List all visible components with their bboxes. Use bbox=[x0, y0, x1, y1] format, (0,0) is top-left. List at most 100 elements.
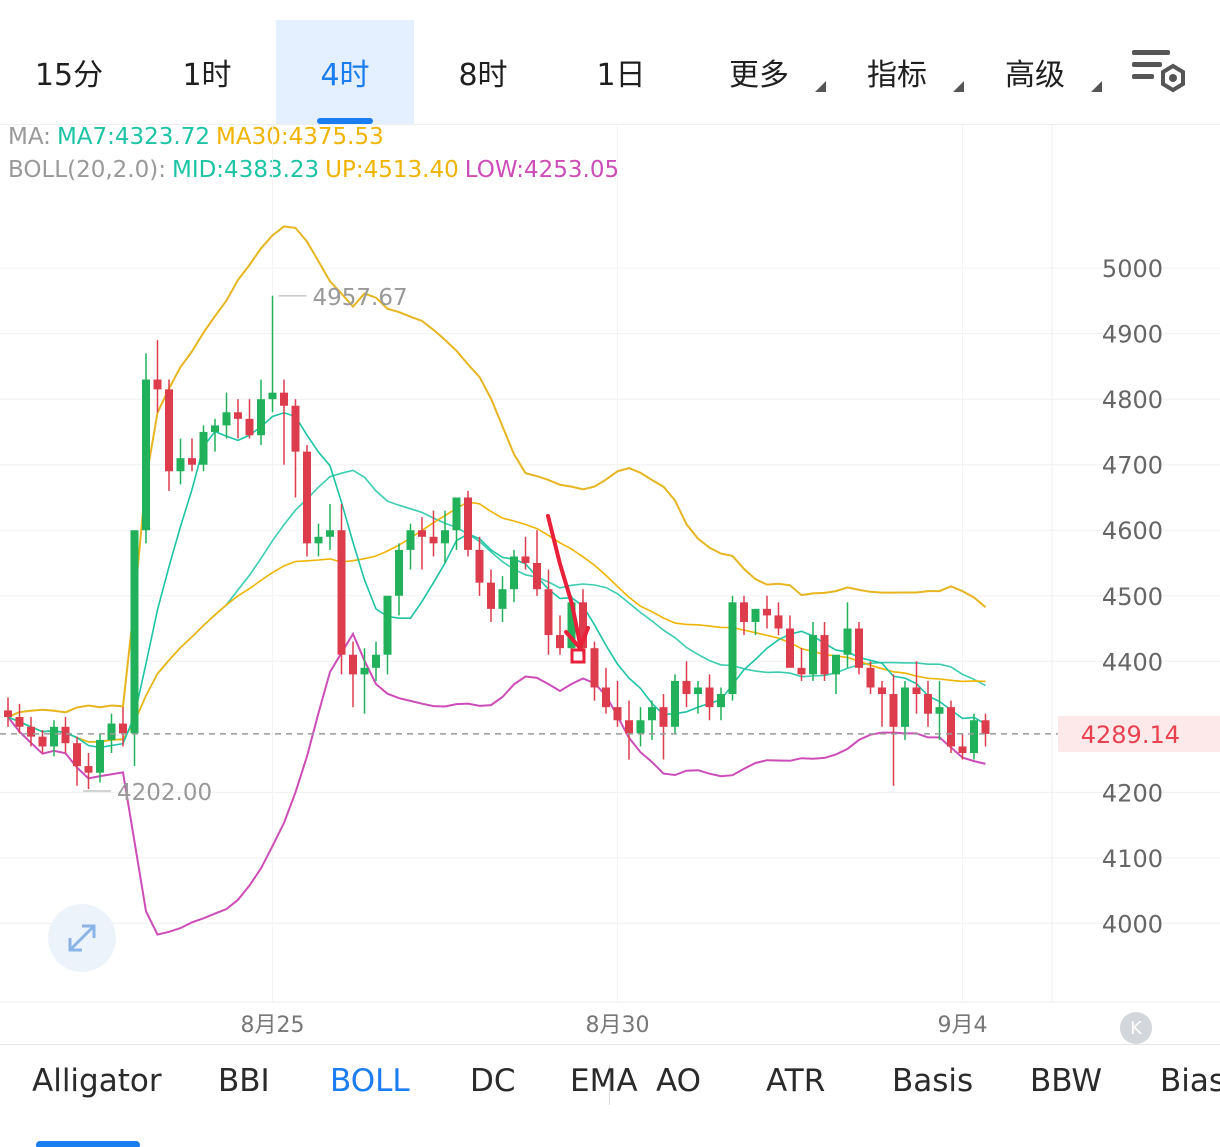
indicator-5[interactable]: AO bbox=[656, 1063, 701, 1099]
candle-body bbox=[544, 589, 553, 636]
tab-4[interactable]: 1日 bbox=[552, 20, 690, 124]
tab-1[interactable]: 1时 bbox=[138, 20, 276, 124]
y-tick-label: 4400 bbox=[1102, 648, 1163, 676]
candle-body bbox=[602, 687, 610, 708]
y-tick-label: 4800 bbox=[1102, 386, 1163, 414]
tab-6[interactable]: 指标 bbox=[828, 20, 966, 124]
x-tick-label: 9月4 bbox=[938, 1013, 988, 1038]
tab-5[interactable]: 更多 bbox=[690, 20, 828, 124]
candle-body bbox=[176, 458, 185, 472]
candle-body bbox=[740, 602, 748, 622]
candle-body bbox=[153, 379, 162, 390]
candle-body bbox=[613, 707, 622, 721]
candle-body bbox=[947, 707, 955, 747]
tab-2[interactable]: 4时 bbox=[276, 20, 414, 124]
candle-body bbox=[935, 707, 944, 714]
candle-body bbox=[464, 497, 472, 550]
drawn-arrow-marker bbox=[570, 648, 586, 664]
candle-body bbox=[188, 458, 196, 465]
candle-body bbox=[406, 530, 415, 550]
candle-body bbox=[728, 602, 737, 695]
indicator-4[interactable]: EMA bbox=[570, 1063, 638, 1099]
candle-body bbox=[510, 556, 518, 590]
candle-body bbox=[625, 720, 633, 734]
candle-body bbox=[912, 687, 921, 695]
candle-body bbox=[418, 530, 426, 537]
high-annotation: 4957.67 bbox=[313, 285, 408, 311]
candle-body bbox=[234, 412, 242, 419]
indicator-3[interactable]: DC bbox=[470, 1063, 516, 1099]
tab-7[interactable]: 高级 bbox=[966, 20, 1104, 124]
candle-body bbox=[107, 723, 116, 740]
indicator-bar: Alligator BBI BOLL DC EMA AO ATR Basis BBW Bias bbox=[0, 1044, 1220, 1147]
indicator-1[interactable]: BBI bbox=[218, 1063, 270, 1099]
candle-body bbox=[487, 582, 495, 609]
candle-body bbox=[924, 694, 932, 714]
candle-body bbox=[763, 608, 771, 616]
candle-body bbox=[648, 707, 656, 721]
dropdown-triangle-icon bbox=[953, 81, 964, 92]
candle-body bbox=[682, 680, 691, 695]
candle-body bbox=[889, 694, 898, 727]
candle-body bbox=[257, 399, 265, 436]
tab-label: 8时 bbox=[458, 58, 508, 93]
candle-body bbox=[843, 628, 852, 655]
candle-body bbox=[809, 635, 817, 675]
candle-body bbox=[326, 530, 334, 537]
candle-body bbox=[15, 716, 24, 727]
tab-label: 15分 bbox=[34, 58, 104, 93]
candle-body bbox=[38, 736, 47, 747]
candle-body bbox=[556, 635, 564, 649]
y-tick-label: 5000 bbox=[1102, 255, 1163, 283]
candle-body bbox=[866, 667, 875, 688]
candle-body bbox=[981, 720, 990, 734]
candle-body bbox=[521, 556, 530, 563]
dropdown-triangle-icon bbox=[1091, 81, 1102, 92]
candle-body bbox=[659, 707, 668, 727]
candle-body bbox=[475, 549, 484, 583]
candle-body bbox=[797, 667, 806, 675]
indicator-8[interactable]: BBW bbox=[1030, 1063, 1102, 1099]
candle-body bbox=[4, 710, 12, 717]
candle-body bbox=[636, 720, 645, 734]
y-tick-label: 4200 bbox=[1102, 779, 1163, 807]
candle-body bbox=[280, 392, 288, 406]
candle-body bbox=[61, 726, 70, 744]
candle-body bbox=[590, 648, 599, 688]
candle-body bbox=[165, 389, 173, 472]
indicator-0[interactable]: Alligator bbox=[32, 1063, 162, 1099]
indicator-7[interactable]: Basis bbox=[892, 1063, 973, 1099]
candle-body bbox=[705, 687, 714, 708]
tab-3[interactable]: 8时 bbox=[414, 20, 552, 124]
candle-body bbox=[855, 628, 863, 668]
candle-body bbox=[84, 766, 93, 773]
candle-body bbox=[314, 536, 323, 544]
collapse-left-icon[interactable]: K bbox=[1120, 1012, 1152, 1044]
candle-body bbox=[130, 530, 139, 734]
dropdown-triangle-icon bbox=[815, 81, 826, 92]
chart-settings-icon[interactable] bbox=[1130, 44, 1190, 100]
indicator-9[interactable]: Bias bbox=[1160, 1063, 1220, 1099]
ma7-line bbox=[7, 411, 986, 749]
x-tick-label: 8月30 bbox=[586, 1013, 650, 1038]
candle-body bbox=[452, 497, 461, 531]
candle-body bbox=[291, 405, 300, 452]
indicator-6[interactable]: ATR bbox=[766, 1063, 825, 1099]
candle-body bbox=[73, 743, 81, 767]
candle-body bbox=[119, 723, 127, 734]
y-tick-label: 4600 bbox=[1102, 517, 1163, 545]
price-chart[interactable]: 5000 4900 4800 4700 4600 4500 4400 4200 4100 4000… bbox=[0, 124, 1220, 1044]
candle-body bbox=[268, 392, 277, 400]
last-price-tag: 4289.14 bbox=[1081, 721, 1180, 749]
candle-body bbox=[395, 549, 403, 596]
y-tick-label: 4900 bbox=[1102, 321, 1163, 349]
tab-label: 4时 bbox=[320, 58, 370, 93]
indicator-2[interactable]: BOLL bbox=[330, 1063, 410, 1099]
candle-body bbox=[372, 654, 380, 668]
candle-body bbox=[360, 667, 369, 675]
tab-0[interactable]: 15分 bbox=[0, 20, 138, 124]
active-indicator-pill bbox=[36, 1141, 140, 1147]
tab-label: 指标 bbox=[867, 58, 927, 93]
expand-arrows-icon[interactable] bbox=[48, 904, 116, 972]
candle-body bbox=[96, 739, 104, 773]
